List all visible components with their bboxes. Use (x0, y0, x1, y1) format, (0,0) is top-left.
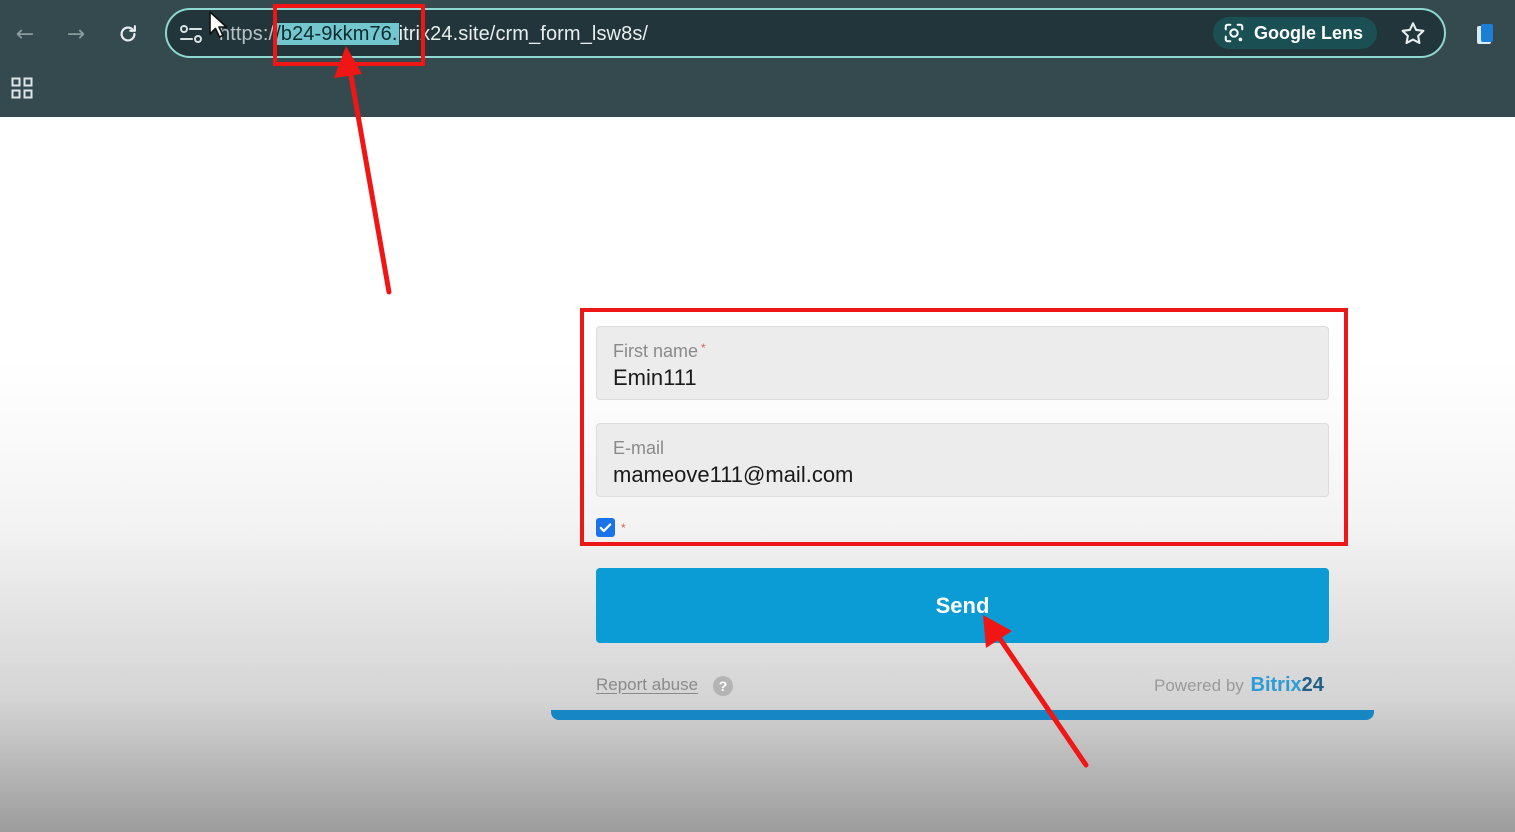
google-lens-button[interactable]: Google Lens (1213, 17, 1378, 49)
help-icon[interactable]: ? (713, 676, 733, 696)
extension-icon[interactable] (1475, 22, 1495, 46)
send-button[interactable]: Send (596, 568, 1329, 643)
google-lens-label: Google Lens (1254, 22, 1364, 43)
url-rest: itrix24.site/crm_form_lsw8s/ (398, 23, 649, 45)
email-field[interactable]: E-mail mameove111@mail.com (596, 423, 1329, 497)
bitrix24-logo: Bitrix24 (1250, 674, 1324, 696)
apps-grid-icon[interactable] (11, 77, 33, 99)
back-button[interactable]: ← (9, 16, 41, 52)
first-name-field[interactable]: First name * Emin111 (596, 326, 1329, 400)
reload-icon (120, 25, 136, 42)
powered-by-bitrix24[interactable]: Powered by Bitrix24 (1154, 674, 1324, 697)
email-label: E-mail (613, 438, 665, 458)
consent-checkbox[interactable] (596, 518, 615, 537)
forward-arrow-icon: → (66, 21, 86, 47)
consent-required-mark: * (621, 521, 626, 535)
form-bottom-border (551, 710, 1374, 720)
required-mark: * (701, 341, 706, 355)
first-name-value[interactable]: Emin111 (613, 365, 697, 391)
first-name-label: First name * (613, 341, 706, 361)
report-abuse-link[interactable]: Report abuse (596, 675, 698, 695)
email-value[interactable]: mameove111@mail.com (613, 462, 853, 488)
reload-button[interactable] (112, 16, 144, 52)
powered-by-label: Powered by (1154, 676, 1244, 695)
bookmark-star-icon[interactable] (1399, 20, 1427, 48)
forward-button[interactable]: → (60, 16, 92, 52)
checkmark-icon (599, 523, 612, 533)
url-highlight-box (273, 4, 425, 66)
google-lens-icon (1224, 23, 1244, 43)
site-info-icon[interactable] (179, 23, 203, 45)
back-arrow-icon: ← (15, 21, 35, 47)
mouse-cursor-icon (209, 11, 228, 38)
